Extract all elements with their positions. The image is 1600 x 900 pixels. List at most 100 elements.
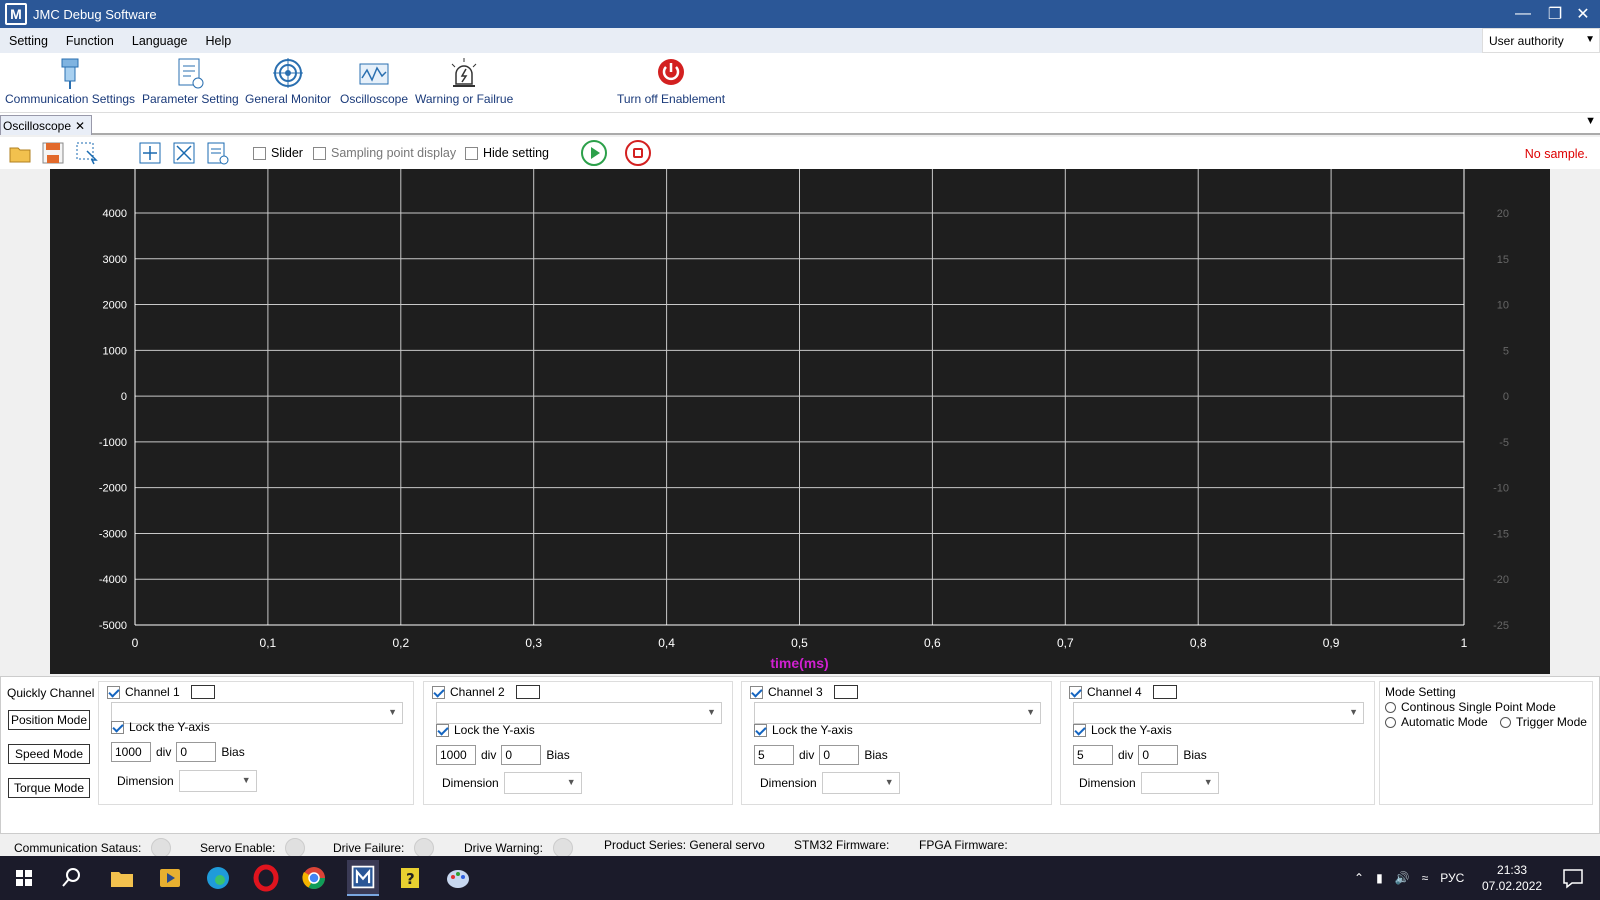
general-monitor-button[interactable]: General Monitor (245, 56, 331, 106)
close-icon[interactable]: ✕ (75, 119, 85, 133)
oscilloscope-plot[interactable]: 0 0,1 0,2 0,3 0,4 0,5 0,6 0,7 0,8 0,9 1 4000 20 3000 1… (50, 169, 1550, 674)
zoom-extents-icon[interactable] (171, 140, 197, 166)
file-explorer-icon[interactable] (107, 863, 137, 893)
user-authority-select[interactable]: User authority ▼ (1482, 28, 1600, 53)
channel-color-swatch[interactable] (190, 685, 215, 699)
close-button[interactable]: ✕ (1568, 0, 1598, 28)
channel-signal-select[interactable]: ▼ (754, 702, 1041, 724)
connector-icon (61, 58, 79, 89)
hide-setting-checkbox-box[interactable] (465, 146, 478, 160)
dimension-select[interactable]: ▼ (1140, 772, 1219, 794)
minimize-button[interactable]: — (1508, 0, 1538, 28)
div-input[interactable]: 1000 (111, 742, 151, 762)
channel-enable-checkbox-box[interactable] (432, 685, 445, 699)
tab-oscilloscope[interactable]: Oscilloscope ✕ (0, 115, 93, 135)
stop-icon[interactable] (624, 139, 652, 167)
lock-y-axis-checkbox-box[interactable] (1073, 723, 1086, 737)
lock-y-axis-checkbox-box[interactable] (436, 723, 449, 737)
turn-off-enablement-button[interactable]: Turn off Enablement (617, 56, 725, 106)
help-app-icon[interactable]: ? (395, 863, 425, 893)
lock-y-axis-checkbox[interactable]: Lock the Y-axis (436, 723, 535, 737)
oscilloscope-button[interactable]: Oscilloscope (340, 56, 408, 106)
bias-input[interactable]: 0 (1138, 745, 1179, 765)
tab-menu-icon[interactable]: ▼ (1585, 115, 1596, 127)
menu-function[interactable]: Function (57, 34, 123, 48)
lock-y-axis-checkbox[interactable]: Lock the Y-axis (1073, 723, 1172, 737)
edge-browser-icon[interactable] (203, 863, 233, 893)
channel-color-swatch[interactable] (1152, 685, 1177, 699)
play-icon[interactable] (580, 139, 608, 167)
torque-mode-button[interactable]: Torque Mode (8, 778, 90, 798)
select-cursor-icon[interactable] (74, 140, 100, 166)
bias-input[interactable]: 0 (501, 745, 542, 765)
dimension-select[interactable]: ▼ (178, 770, 257, 792)
y-left-tick-label: -3000 (99, 528, 127, 540)
media-player-icon[interactable] (155, 863, 185, 893)
bias-input[interactable]: 0 (819, 745, 860, 765)
continuous-mode-radio-dot[interactable] (1385, 701, 1396, 713)
hide-setting-checkbox[interactable]: Hide setting (465, 146, 549, 160)
div-input[interactable]: 5 (1073, 745, 1113, 765)
channel-signal-select[interactable]: ▼ (1073, 702, 1364, 724)
dimension-select[interactable]: ▼ (821, 772, 900, 794)
menu-setting[interactable]: Setting (0, 34, 57, 48)
automatic-mode-radio-dot[interactable] (1385, 716, 1396, 728)
dimension-select[interactable]: ▼ (503, 772, 582, 794)
restore-button[interactable]: ❐ (1540, 0, 1570, 28)
drive-warning-label: Drive Warning: (464, 841, 543, 855)
oscilloscope-chart[interactable]: 0 0,1 0,2 0,3 0,4 0,5 0,6 0,7 0,8 0,9 1 4000 20 3000 1… (50, 169, 1550, 674)
lock-y-axis-checkbox-box[interactable] (754, 723, 767, 737)
lock-y-axis-checkbox[interactable]: Lock the Y-axis (111, 720, 210, 734)
channel-enable-checkbox-box[interactable] (107, 685, 120, 699)
speed-mode-button[interactable]: Speed Mode (8, 744, 90, 764)
trigger-mode-radio-dot[interactable] (1500, 716, 1511, 728)
volume-icon[interactable]: 🔊 (1395, 871, 1410, 885)
windows-start-icon[interactable] (9, 863, 39, 893)
lock-y-axis-checkbox-box[interactable] (111, 720, 124, 734)
channel-enable-checkbox[interactable]: Channel 4 (1069, 685, 1177, 699)
y-left-tick-label: 1000 (103, 345, 127, 357)
div-input[interactable]: 5 (754, 745, 794, 765)
communication-settings-button[interactable]: Communication Settings (5, 56, 135, 106)
channel-enable-checkbox[interactable]: Channel 1 (107, 685, 215, 699)
position-mode-button[interactable]: Position Mode (8, 710, 90, 730)
clock[interactable]: 21:33 07.02.2022 (1482, 856, 1542, 900)
continuous-mode-radio[interactable]: Continous Single Point Mode (1385, 700, 1556, 714)
network-icon[interactable]: ≈ (1422, 871, 1429, 885)
menu-language[interactable]: Language (123, 34, 197, 48)
trigger-mode-radio[interactable]: Trigger Mode (1500, 715, 1587, 729)
search-icon[interactable] (57, 863, 87, 893)
channel-enable-checkbox[interactable]: Channel 3 (750, 685, 858, 699)
sampling-point-checkbox[interactable]: Sampling point display (313, 146, 456, 160)
fit-view-icon[interactable] (137, 140, 163, 166)
warning-failure-button[interactable]: Warning or Failrue (415, 56, 513, 106)
notification-icon[interactable] (1558, 863, 1588, 893)
save-icon[interactable] (40, 140, 66, 166)
paint-app-icon[interactable] (443, 863, 473, 893)
sampling-point-checkbox-box[interactable] (313, 146, 326, 160)
jmc-app-taskbar-button[interactable] (347, 860, 379, 896)
opera-browser-icon[interactable] (251, 863, 281, 893)
slider-checkbox-box[interactable] (253, 146, 266, 160)
open-folder-icon[interactable] (8, 140, 34, 166)
channel-enable-checkbox-box[interactable] (750, 685, 763, 699)
battery-icon[interactable]: ▮ (1376, 871, 1383, 885)
chevron-down-icon: ▼ (884, 777, 894, 787)
bias-input[interactable]: 0 (176, 742, 217, 762)
div-input[interactable]: 1000 (436, 745, 476, 765)
chevron-up-icon[interactable]: ⌃ (1354, 871, 1364, 885)
slider-checkbox[interactable]: Slider (253, 146, 303, 160)
channel-signal-select[interactable]: ▼ (436, 702, 722, 724)
chrome-browser-icon[interactable] (299, 863, 329, 893)
automatic-mode-radio[interactable]: Automatic Mode (1385, 715, 1488, 729)
channel-color-swatch[interactable] (833, 685, 858, 699)
settings-list-icon[interactable] (204, 140, 230, 166)
menu-help[interactable]: Help (197, 34, 241, 48)
input-language[interactable]: РУС (1440, 871, 1464, 885)
lock-y-axis-checkbox[interactable]: Lock the Y-axis (754, 723, 853, 737)
channel-enable-checkbox-box[interactable] (1069, 685, 1082, 699)
bias-label: Bias (221, 745, 245, 759)
channel-color-swatch[interactable] (515, 685, 540, 699)
parameter-setting-button[interactable]: Parameter Setting (142, 56, 239, 106)
channel-enable-checkbox[interactable]: Channel 2 (432, 685, 540, 699)
